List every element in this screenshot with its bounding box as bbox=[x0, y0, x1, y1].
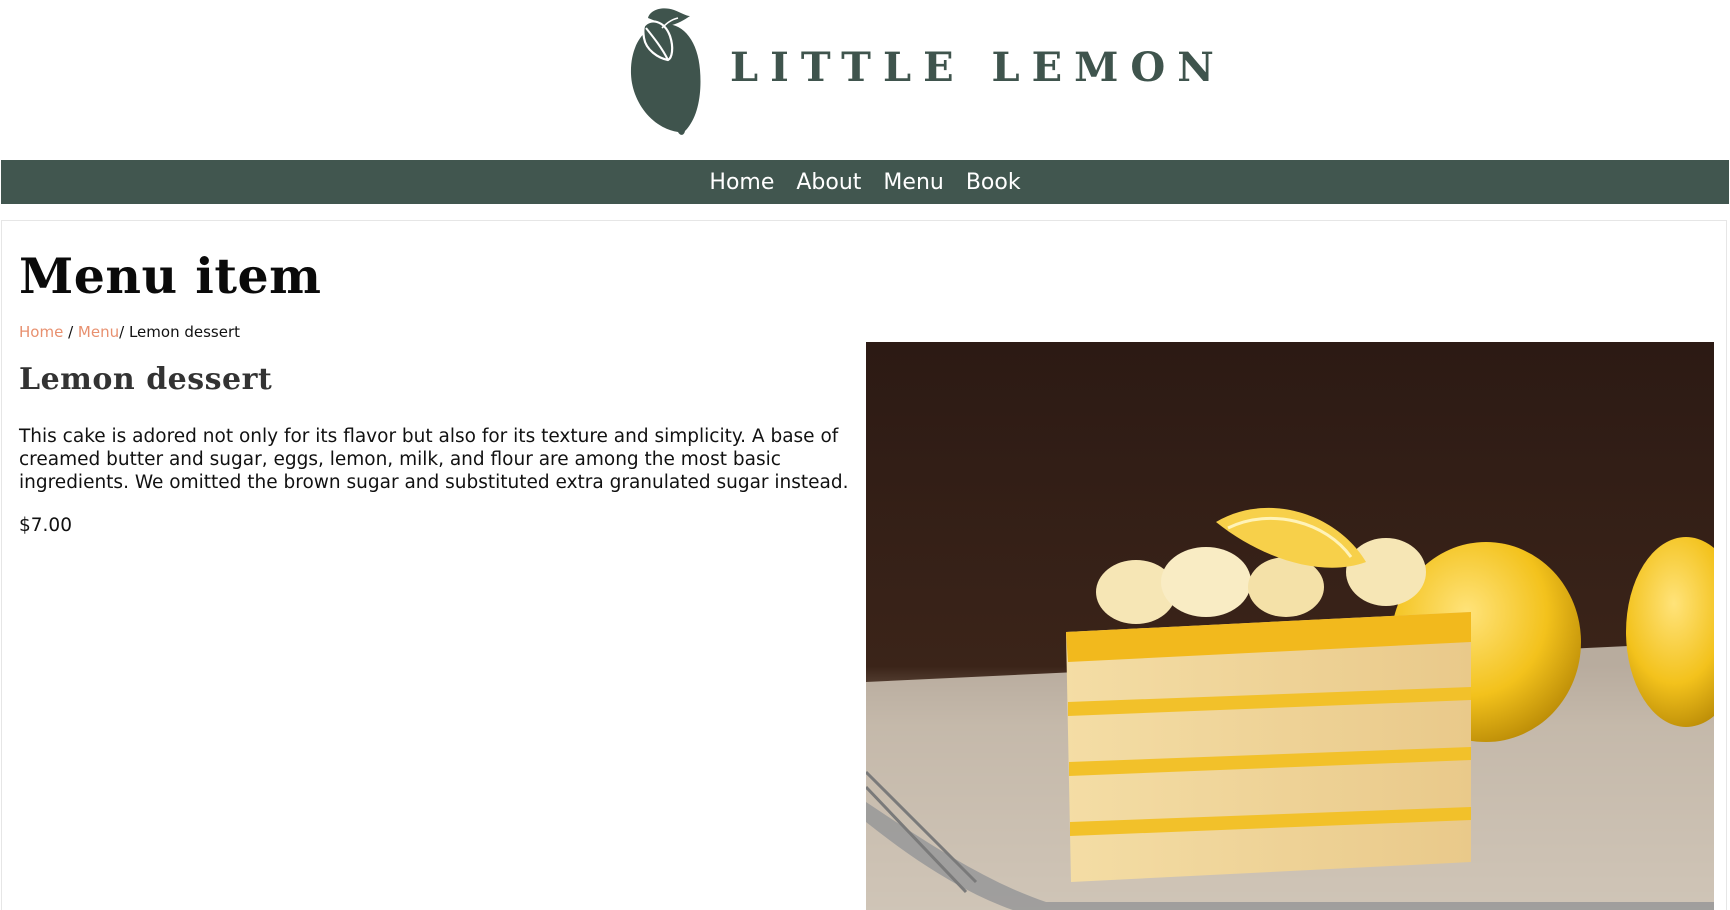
breadcrumb-menu-link[interactable]: Menu bbox=[78, 323, 119, 341]
page-title: Menu item bbox=[19, 247, 322, 305]
breadcrumb-home-link[interactable]: Home bbox=[19, 323, 63, 341]
breadcrumb-separator: / bbox=[68, 323, 74, 341]
item-price: $7.00 bbox=[19, 515, 72, 536]
main-nav: Home About Menu Book bbox=[1, 160, 1729, 204]
lemon-dessert-photo bbox=[866, 342, 1714, 910]
nav-about-link[interactable]: About bbox=[796, 170, 861, 195]
lemon-logo-icon bbox=[628, 6, 704, 136]
site-header: LITTLE LEMON bbox=[0, 0, 1730, 160]
logo-link[interactable]: LITTLE LEMON bbox=[628, 6, 1226, 136]
page: LITTLE LEMON Home About Menu Book Menu i… bbox=[0, 0, 1730, 910]
nav-book-link[interactable]: Book bbox=[966, 170, 1021, 195]
breadcrumb-current: Lemon dessert bbox=[128, 323, 240, 341]
item-description: This cake is adored not only for its fla… bbox=[19, 426, 849, 493]
nav-menu-link[interactable]: Menu bbox=[883, 170, 943, 195]
nav-home-link[interactable]: Home bbox=[709, 170, 774, 195]
breadcrumb-separator: / bbox=[119, 323, 125, 341]
breadcrumb: Home / Menu/ Lemon dessert bbox=[19, 323, 240, 341]
main-content: Menu item Home / Menu/ Lemon dessert Lem… bbox=[1, 220, 1727, 910]
brand-name: LITTLE LEMON bbox=[730, 43, 1226, 91]
item-name: Lemon dessert bbox=[19, 362, 273, 397]
